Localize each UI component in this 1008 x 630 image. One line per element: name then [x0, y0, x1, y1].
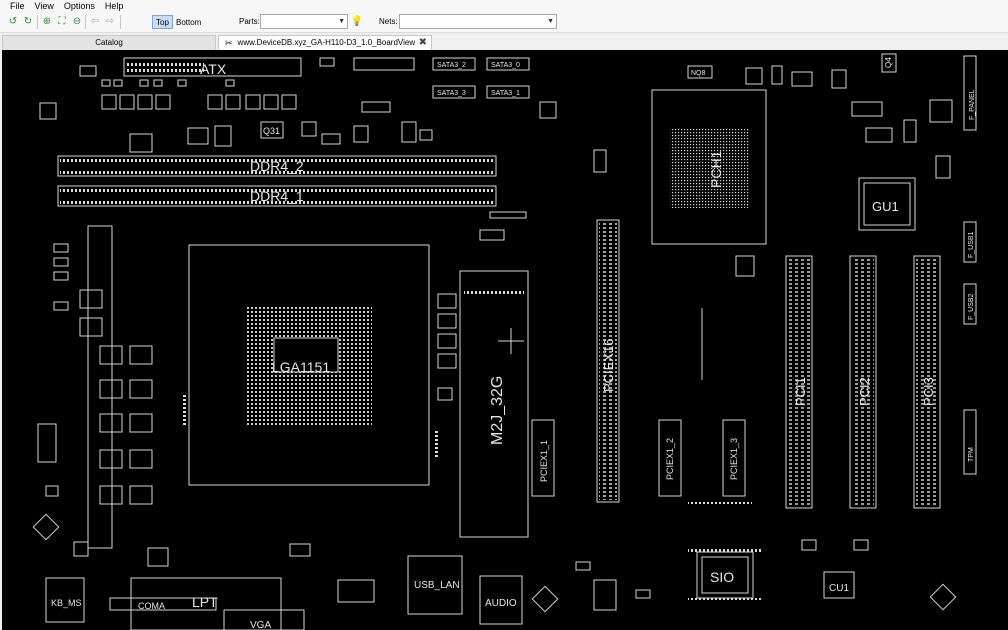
rotate-right-icon[interactable]: ↻: [22, 16, 34, 28]
close-icon[interactable]: ✖: [419, 36, 427, 50]
boardview-app: File View Options Help ↺ ↻ ⊕ ⛶ ⊖ ⇦ ⇨ Top…: [0, 0, 1008, 630]
menu-file[interactable]: File: [0, 0, 30, 12]
pciex1-1-label: PCIEX1_1: [539, 440, 549, 482]
ddr4-1-label: DDR4_1: [250, 188, 304, 204]
menu-options[interactable]: Options: [59, 0, 100, 12]
document-tabs: Catalog ✂ www.DeviceDB.xyz_GA-H110-D3_1.…: [0, 33, 1008, 50]
menu-help[interactable]: Help: [100, 0, 129, 12]
pch-chip[interactable]: PCH1: [651, 89, 767, 245]
sata3-0-label: SATA3_0: [491, 62, 520, 69]
pci2-label: PCI2: [857, 377, 872, 406]
toolbar: ↺ ↻ ⊕ ⛶ ⊖ ⇦ ⇨ Top Bottom Parts: ▼ 💡 Nets…: [0, 12, 1008, 33]
lpt-label: LPT: [192, 594, 218, 610]
atx-label: ATX: [200, 61, 227, 77]
coma-label: COMA: [138, 601, 165, 611]
ddr4-1-slot[interactable]: DDR4_1: [57, 185, 497, 207]
cu1-chip[interactable]: CU1: [823, 571, 855, 599]
pciex1-3-label: PCIEX1_3: [729, 438, 739, 480]
sata3-3-label: SATA3_3: [437, 90, 466, 97]
pciex16-label: PCIEX16: [601, 339, 616, 392]
layer-top-button[interactable]: Top: [152, 15, 173, 29]
gu1-chip[interactable]: GU1: [858, 177, 916, 231]
sata3-1-label: SATA3_1: [491, 90, 520, 97]
m2-slot[interactable]: M2J_32G: [459, 270, 529, 538]
pch-label: PCH1: [708, 150, 724, 188]
usb-lan-label: USB_LAN: [414, 580, 460, 591]
sio-chip[interactable]: SIO: [696, 551, 754, 599]
tpm-label: TPM: [968, 447, 975, 462]
menu-view[interactable]: View: [30, 0, 59, 12]
f-panel-header[interactable]: F_PANEL: [963, 55, 977, 131]
layer-bottom-button[interactable]: Bottom: [172, 15, 205, 29]
q31-part[interactable]: Q31: [260, 121, 284, 139]
cpu-socket-label: LGA1151: [272, 359, 330, 375]
chevron-down-icon: ▼: [547, 18, 554, 25]
cu1-label: CU1: [829, 583, 849, 594]
lightbulb-icon[interactable]: 💡: [351, 16, 363, 28]
sata3-2-label: SATA3_2: [437, 62, 466, 69]
forward-arrow-icon[interactable]: ⇨: [104, 16, 116, 28]
usb-lan-port[interactable]: USB_LAN: [407, 555, 463, 615]
tab-catalog-label: Catalog: [95, 38, 123, 47]
ddr4-2-label: DDR4_2: [250, 158, 304, 174]
pci3-label: PCI3: [921, 377, 936, 406]
f-usb2-label: F_USB2: [968, 293, 975, 320]
board-tab-icon: ✂: [225, 38, 233, 48]
back-arrow-icon[interactable]: ⇦: [89, 16, 101, 28]
gu1-label: GU1: [872, 199, 899, 214]
pci2-slot[interactable]: PCI2: [849, 255, 877, 509]
m2-label: M2J_32G: [489, 376, 506, 445]
chevron-down-icon: ▼: [338, 18, 345, 25]
parts-label: Parts:: [239, 17, 260, 26]
sio-label: SIO: [710, 569, 734, 585]
pci3-slot[interactable]: PCI3: [913, 255, 941, 509]
pci1-label: PCI1: [793, 377, 808, 406]
board-canvas[interactable]: ATX Q31 SATA3_2 SATA3_0 SATA3_3 SATA3_1 …: [2, 50, 1008, 630]
f-usb2-header[interactable]: F_USB2: [963, 283, 977, 325]
zoom-out-icon[interactable]: ⊖: [71, 16, 83, 28]
parts-combobox[interactable]: ▼: [260, 14, 348, 29]
q4-part[interactable]: Q4: [881, 53, 897, 73]
pciex1-3-slot[interactable]: PCIEX1_3: [722, 419, 746, 497]
audio-port[interactable]: AUDIO: [479, 575, 523, 625]
audio-label: AUDIO: [485, 598, 517, 609]
zoom-fit-icon[interactable]: ⛶: [56, 16, 68, 28]
nets-combobox[interactable]: ▼: [399, 14, 557, 29]
vga-port[interactable]: VGA: [223, 609, 305, 630]
board-drawing: ATX Q31 SATA3_2 SATA3_0 SATA3_3 SATA3_1 …: [32, 53, 977, 630]
pci1-slot[interactable]: PCI1: [785, 255, 813, 509]
f-usb1-label: F_USB1: [968, 231, 975, 258]
pciex1-2-label: PCIEX1_2: [665, 438, 675, 480]
rotate-left-icon[interactable]: ↺: [7, 16, 19, 28]
tpm-header[interactable]: TPM: [963, 409, 977, 475]
f-panel-label: F_PANEL: [969, 89, 976, 120]
pciex1-1-slot[interactable]: PCIEX1_1: [531, 419, 555, 497]
pciex1-2-slot[interactable]: PCIEX1_2: [658, 419, 682, 497]
atx-connector[interactable]: ATX: [123, 57, 302, 77]
tab-boardview-label: www.DeviceDB.xyz_GA-H110-D3_1.0_BoardVie…: [237, 38, 416, 47]
nq8-label: NQ8: [691, 70, 706, 77]
cpu-socket-lga1151[interactable]: LGA1151: [188, 244, 430, 486]
nq8-part[interactable]: NQ8: [687, 65, 713, 79]
q4-label: Q4: [884, 57, 893, 68]
pciex16-slot[interactable]: PCIEX16: [596, 219, 620, 503]
zoom-in-icon[interactable]: ⊕: [41, 16, 53, 28]
kb-ms-port[interactable]: KB_MS: [45, 577, 85, 623]
sata-ports[interactable]: SATA3_2 SATA3_0 SATA3_3 SATA3_1: [432, 57, 530, 99]
f-usb1-header[interactable]: F_USB1: [963, 221, 977, 263]
ddr4-2-slot[interactable]: DDR4_2: [57, 155, 497, 177]
tab-boardview[interactable]: ✂ www.DeviceDB.xyz_GA-H110-D3_1.0_BoardV…: [218, 35, 432, 50]
q31-label: Q31: [263, 126, 280, 136]
tab-catalog[interactable]: Catalog: [2, 35, 216, 50]
vga-label: VGA: [250, 620, 271, 630]
kb-ms-label: KB_MS: [51, 598, 82, 608]
menu-bar: File View Options Help: [0, 0, 1008, 12]
nets-label: Nets:: [379, 17, 398, 26]
